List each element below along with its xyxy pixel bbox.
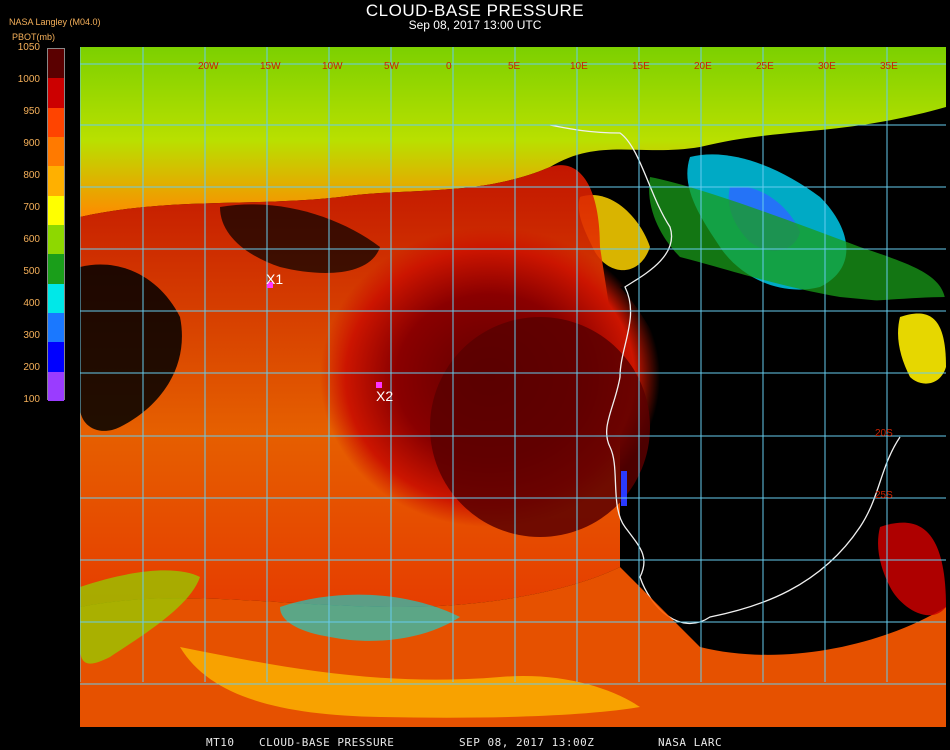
legend-tick-label: 900	[23, 138, 40, 149]
legend-swatch	[48, 78, 64, 109]
latitude-label: 25S	[875, 490, 893, 501]
longitude-label: 30E	[818, 61, 836, 72]
map-subtitle: Sep 08, 2017 13:00 UTC	[408, 18, 542, 32]
footer-product: CLOUD-BASE PRESSURE	[259, 736, 395, 749]
legend-swatch	[48, 166, 64, 197]
legend-tick-label: 200	[23, 362, 40, 373]
legend-swatch	[48, 342, 64, 373]
longitude-label: 25E	[756, 61, 774, 72]
longitude-label: 10W	[322, 61, 343, 72]
legend-swatch	[48, 195, 64, 226]
legend-tick-label: 1050	[17, 42, 40, 53]
longitude-label: 15W	[260, 61, 281, 72]
legend-swatch	[48, 371, 64, 402]
longitude-label: 20W	[198, 61, 219, 72]
legend-tick-label: 1000	[17, 74, 40, 85]
legend-tick-label: 700	[23, 202, 40, 213]
source-label: NASA Langley (M04.0)	[9, 17, 101, 27]
longitude-label: 0	[446, 61, 452, 72]
legend-swatch	[48, 137, 64, 167]
longitude-label: 5E	[508, 61, 521, 72]
marker-x2-label: X2	[376, 388, 393, 404]
color-legend-bar	[47, 48, 65, 402]
longitude-label: 15E	[632, 61, 650, 72]
legend-swatch	[48, 107, 64, 138]
footer-satellite: MT10	[206, 736, 235, 749]
longitude-label: 5W	[384, 61, 400, 72]
legend-swatch	[48, 225, 64, 255]
marker-x1-label: X1	[266, 271, 283, 287]
legend-tick-label: 800	[23, 170, 40, 181]
legend-tick-label: 100	[23, 394, 40, 405]
cloud-base-pressure-map: 20W 15W 10W 5W 0 5E 10E 15E 20E 25E 30E 35E 20S25S …	[80, 47, 946, 727]
legend-swatch	[48, 254, 64, 285]
legend-tick-label: 600	[23, 234, 40, 245]
longitude-label: 20E	[694, 61, 712, 72]
legend-tick-label: 300	[23, 330, 40, 341]
legend-tick-label: 500	[23, 266, 40, 277]
latitude-label: 20S	[875, 428, 893, 439]
parameter-label: PBOT(mb)	[12, 32, 56, 42]
legend-tick-label: 950	[23, 106, 40, 117]
longitude-label: 10E	[570, 61, 588, 72]
legend-swatch	[48, 313, 64, 343]
coastal-low-pressure-strip	[621, 471, 627, 506]
footer-datetime: SEP 08, 2017 13:00Z	[459, 736, 595, 749]
legend-swatch	[48, 283, 64, 314]
footer-org: NASA LARC	[658, 736, 723, 749]
longitude-label: 35E	[880, 61, 898, 72]
legend-swatch	[48, 49, 64, 79]
legend-tick-label: 400	[23, 298, 40, 309]
